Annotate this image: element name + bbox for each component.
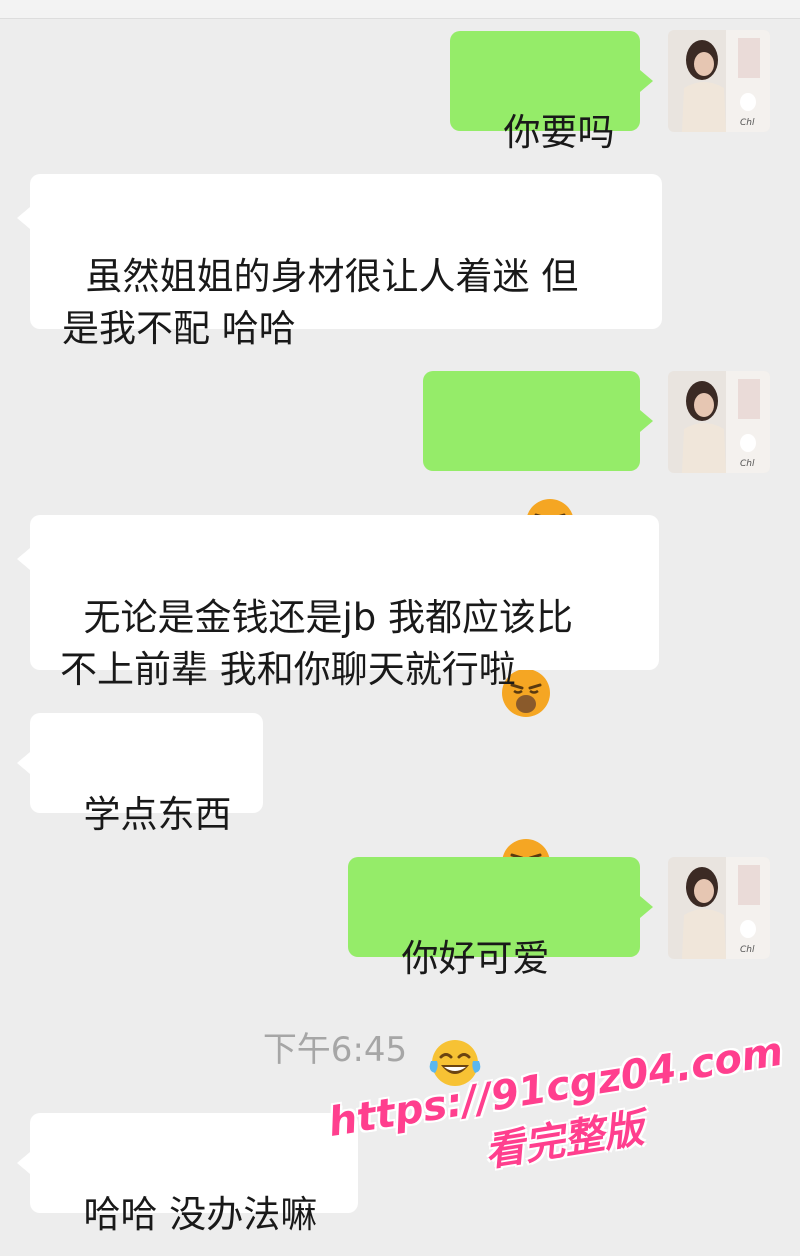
message-text: 学点东西 (83, 793, 232, 836)
incoming-message-bubble[interactable]: 无论是金钱还是jb 我都应该比 不上前辈 我和你聊天就行啦 (30, 515, 659, 691)
outgoing-message-bubble[interactable] (423, 371, 640, 887)
svg-text:Chl: Chl (740, 459, 755, 469)
outgoing-message-bubble[interactable]: 你要吗 (450, 31, 640, 154)
message-text: 你要吗 (503, 111, 615, 154)
user-avatar[interactable]: Chl (668, 857, 770, 959)
user-avatar[interactable]: Chl (668, 30, 770, 132)
top-edge-divider (0, 0, 800, 19)
bubble-tail (17, 548, 30, 570)
message-text: 哈哈 没办法嘛 (83, 1193, 318, 1236)
bubble-tail (640, 70, 653, 92)
bubble-tail (17, 752, 30, 774)
bubble-tail (640, 896, 653, 918)
incoming-message-bubble[interactable]: 学点东西 (30, 713, 263, 836)
bubble-tail (17, 1152, 30, 1174)
outgoing-message-bubble[interactable]: 你好可爱 (348, 857, 640, 1086)
bubble-tail (640, 410, 653, 432)
incoming-message-bubble[interactable]: 虽然姐姐的身材很让人着迷 但 是我不配 哈哈 (30, 174, 662, 350)
svg-text:Chl: Chl (740, 118, 755, 128)
message-text: 虽然姐姐的身材很让人着迷 但 是我不配 哈哈 (62, 255, 579, 350)
user-avatar[interactable]: Chl (668, 371, 770, 473)
incoming-message-bubble[interactable]: 哈哈 没办法嘛 (30, 1113, 358, 1236)
svg-text:Chl: Chl (740, 945, 755, 955)
message-text: 你好可爱 (401, 937, 550, 980)
bubble-tail (17, 207, 30, 229)
message-text: 无论是金钱还是jb 我都应该比 不上前辈 我和你聊天就行啦 (60, 596, 574, 691)
